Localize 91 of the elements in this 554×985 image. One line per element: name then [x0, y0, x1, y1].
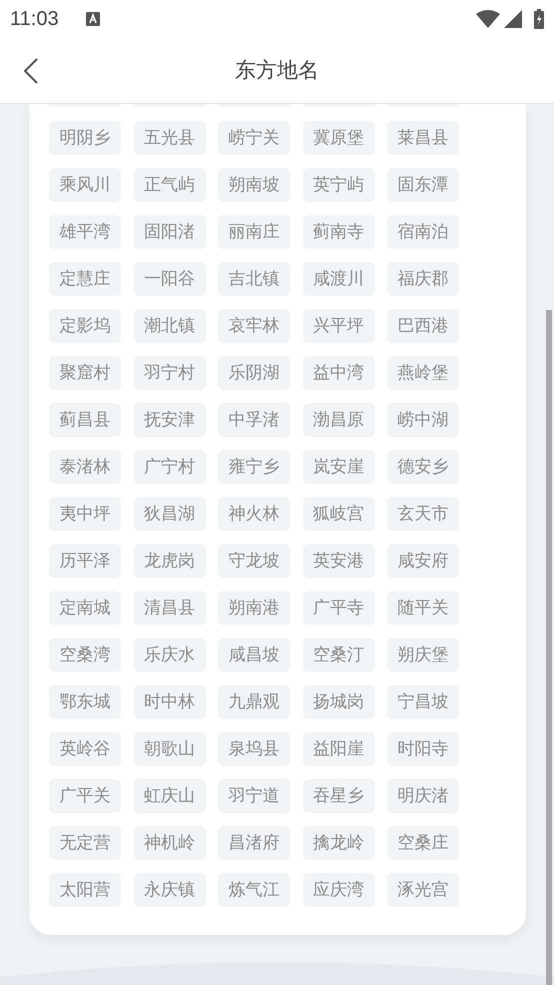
place-tag[interactable]: 神机岭 [134, 826, 206, 860]
place-tag[interactable]: 雄平湾 [49, 215, 121, 249]
place-tag[interactable]: 炼气江 [218, 873, 290, 907]
notification-icon [86, 12, 100, 26]
place-tag[interactable]: 咸昌坡 [218, 638, 290, 672]
place-tag[interactable]: 应庆湾 [302, 873, 374, 907]
place-tag[interactable]: 中孚渚 [218, 403, 290, 437]
place-tag[interactable]: 崂中湖 [387, 403, 459, 437]
place-tag[interactable]: 巴西港 [387, 309, 459, 343]
place-tag[interactable]: 益阳崖 [302, 732, 374, 766]
place-tag[interactable]: 空桑湾 [49, 638, 121, 672]
place-tag[interactable]: 广平寺 [302, 591, 374, 625]
place-tag[interactable]: 聚窟村 [49, 356, 121, 390]
place-tag[interactable]: 神火林 [218, 497, 290, 531]
place-tag[interactable]: 蓟昌县 [49, 403, 121, 437]
place-tag[interactable]: 朔庆堡 [387, 638, 459, 672]
place-tag[interactable]: 无定营 [49, 826, 121, 860]
place-tag[interactable]: 益中湾 [302, 356, 374, 390]
place-tag[interactable]: 乐庆水 [134, 638, 206, 672]
place-tag[interactable]: 正气屿 [134, 168, 206, 202]
place-tag[interactable]: 朔南坡 [218, 168, 290, 202]
place-tag[interactable]: 冀原堡 [302, 121, 374, 155]
place-tag[interactable]: 英宁屿 [302, 168, 374, 202]
place-tag[interactable]: 鄂东城 [49, 685, 121, 719]
place-tag[interactable]: 定慧庄 [49, 262, 121, 296]
place-tag[interactable]: 广宁村 [134, 450, 206, 484]
place-tag[interactable]: 扬城岗 [302, 685, 374, 719]
place-tag[interactable]: 狐岐宫 [302, 497, 374, 531]
place-tag[interactable]: 莱昌县 [387, 121, 459, 155]
place-tag[interactable]: 擒龙岭 [302, 826, 374, 860]
place-tag[interactable]: 泰渚林 [49, 450, 121, 484]
place-tag[interactable]: 定南城 [49, 591, 121, 625]
place-tag[interactable]: 夷中坪 [49, 497, 121, 531]
place-tag[interactable]: 潮北镇 [134, 309, 206, 343]
place-tag[interactable]: 岚安崖 [302, 450, 374, 484]
place-tag[interactable]: 德安乡 [387, 450, 459, 484]
place-tag[interactable]: 英岭谷 [49, 732, 121, 766]
place-tag[interactable]: 福庆郡 [387, 262, 459, 296]
place-tag[interactable]: 咸安府 [387, 544, 459, 578]
place-tag[interactable]: 清昌县 [134, 591, 206, 625]
place-tag[interactable]: 定影坞 [49, 309, 121, 343]
battery-icon [534, 9, 544, 29]
page-title: 东方地名 [235, 58, 319, 84]
place-tag[interactable]: 龙虎岗 [134, 544, 206, 578]
place-tag[interactable]: 抚安津 [134, 403, 206, 437]
place-tag[interactable]: 乘风川 [49, 168, 121, 202]
place-tag[interactable]: 狄昌湖 [134, 497, 206, 531]
place-tag[interactable]: 九鼎观 [218, 685, 290, 719]
wifi-icon [476, 10, 500, 28]
place-tag[interactable]: 玄天市 [387, 497, 459, 531]
place-tag[interactable]: 吉北镇 [218, 262, 290, 296]
place-tag[interactable]: 朔南港 [218, 591, 290, 625]
place-tag[interactable]: 涿光宫 [387, 873, 459, 907]
place-tag[interactable]: 乐阴湖 [218, 356, 290, 390]
place-tag[interactable]: 守龙坡 [218, 544, 290, 578]
place-tag[interactable]: 时阳寺 [387, 732, 459, 766]
place-tag[interactable]: 广平关 [49, 779, 121, 813]
place-tag[interactable]: 崂宁关 [218, 121, 290, 155]
place-tag[interactable]: 时中林 [134, 685, 206, 719]
place-tag[interactable]: 历平泽 [49, 544, 121, 578]
place-tag[interactable]: 燕岭堡 [387, 356, 459, 390]
place-tag[interactable]: 固阳渚 [134, 215, 206, 249]
place-tag[interactable]: 泉坞县 [218, 732, 290, 766]
place-tag[interactable]: 哀牢林 [218, 309, 290, 343]
place-tag[interactable]: 虹庆山 [134, 779, 206, 813]
place-tag[interactable]: 宿南泊 [387, 215, 459, 249]
place-tag[interactable]: 宁昌坡 [387, 685, 459, 719]
place-tag[interactable]: 丽南庄 [218, 215, 290, 249]
place-tag[interactable]: 渤昌原 [302, 403, 374, 437]
place-tag[interactable]: 兴平坪 [302, 309, 374, 343]
place-tag[interactable]: 羽宁道 [218, 779, 290, 813]
place-tag[interactable]: 朝歌山 [134, 732, 206, 766]
place-tag[interactable]: 五光县 [134, 121, 206, 155]
place-tag[interactable]: 羽宁村 [134, 356, 206, 390]
place-tag[interactable]: 随平关 [387, 591, 459, 625]
place-tag[interactable]: 明阴乡 [49, 121, 121, 155]
place-tag[interactable]: 空桑庄 [387, 826, 459, 860]
place-tag[interactable]: 蓟南寺 [302, 215, 374, 249]
place-tag[interactable]: 空桑汀 [302, 638, 374, 672]
place-tag[interactable]: 吞星乡 [302, 779, 374, 813]
signal-icon [504, 10, 522, 28]
place-tag[interactable]: 太阳营 [49, 873, 121, 907]
place-tag[interactable]: 一阳谷 [134, 262, 206, 296]
place-tag[interactable]: 英安港 [302, 544, 374, 578]
place-tag[interactable]: 固东潭 [387, 168, 459, 202]
place-tag[interactable]: 明庆渚 [387, 779, 459, 813]
place-tag[interactable]: 昌渚府 [218, 826, 290, 860]
place-tag[interactable]: 雍宁乡 [218, 450, 290, 484]
place-tag[interactable]: 咸渡川 [302, 262, 374, 296]
place-tag[interactable]: 永庆镇 [134, 873, 206, 907]
status-time: 11:03 [10, 7, 59, 32]
